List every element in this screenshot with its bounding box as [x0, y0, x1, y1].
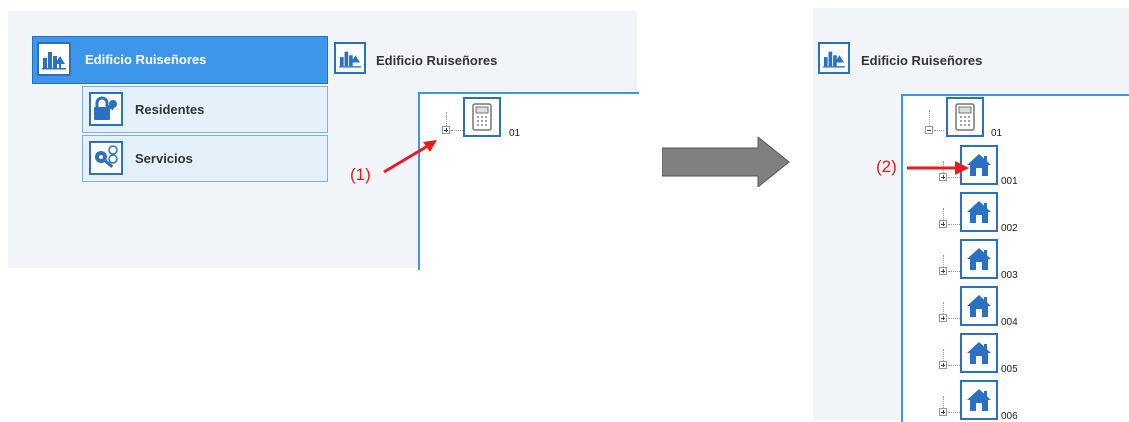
menu-item-building[interactable]: Edificio Ruiseñores: [32, 36, 328, 84]
tree-node-unit[interactable]: [960, 333, 998, 373]
services-key-icon: [89, 141, 123, 175]
tree-node-unit-label: 001: [1001, 176, 1018, 187]
tree-collapse-toggle[interactable]: [925, 126, 933, 134]
building-icon: [37, 42, 71, 76]
menu-item-servicios[interactable]: Servicios: [82, 135, 328, 182]
tree-node-unit[interactable]: [960, 380, 998, 420]
menu-item-residentes[interactable]: Residentes: [82, 86, 328, 133]
annotation-step-2: (2): [876, 157, 897, 176]
tree-node-floor[interactable]: [463, 97, 501, 137]
menu-item-servicios-label: Servicios: [135, 151, 193, 166]
tree-node-floor-label: 01: [509, 128, 521, 139]
house-icon: [967, 389, 991, 411]
building-icon: [334, 42, 366, 74]
tree-node-floor[interactable]: [946, 97, 984, 137]
red-arrow-icon: [907, 161, 969, 175]
annotation-step-1: (1): [350, 165, 371, 184]
tree-expand-toggle[interactable]: [939, 408, 947, 416]
tree-header-title: Edificio Ruiseñores: [861, 53, 983, 68]
menu-item-residentes-label: Residentes: [135, 102, 205, 117]
resident-key-icon: [89, 92, 123, 126]
tree-expand-toggle[interactable]: [442, 126, 450, 134]
tree-expand-toggle[interactable]: [939, 220, 947, 228]
tree-node-unit[interactable]: [960, 286, 998, 326]
house-icon: [967, 248, 991, 270]
menu-item-building-label: Edificio Ruiseñores: [85, 52, 207, 67]
tree-expand-toggle[interactable]: [939, 361, 947, 369]
tree-node-unit-label: 006: [1001, 411, 1018, 422]
house-icon: [967, 295, 991, 317]
tree-node-unit-label: 005: [1001, 364, 1018, 375]
tree-header-title: Edificio Ruiseñores: [376, 53, 498, 68]
tree-node-floor-label: 01: [991, 128, 1003, 139]
phone-device-icon: [955, 103, 975, 131]
phone-device-icon: [472, 103, 492, 131]
tree-node-unit[interactable]: [960, 239, 998, 279]
tree-expand-toggle[interactable]: [939, 267, 947, 275]
tree-node-unit-label: 003: [1001, 270, 1018, 281]
building-icon: [818, 42, 850, 74]
transition-arrow-icon: [662, 137, 790, 187]
house-icon: [967, 201, 991, 223]
red-arrow-icon: [383, 140, 437, 174]
tree-node-unit-label: 002: [1001, 223, 1018, 234]
tree-node-unit-label: 004: [1001, 317, 1018, 328]
house-icon: [967, 342, 991, 364]
tree-expand-toggle[interactable]: [939, 314, 947, 322]
tree-view-left: [418, 92, 639, 270]
tree-node-unit[interactable]: [960, 192, 998, 232]
